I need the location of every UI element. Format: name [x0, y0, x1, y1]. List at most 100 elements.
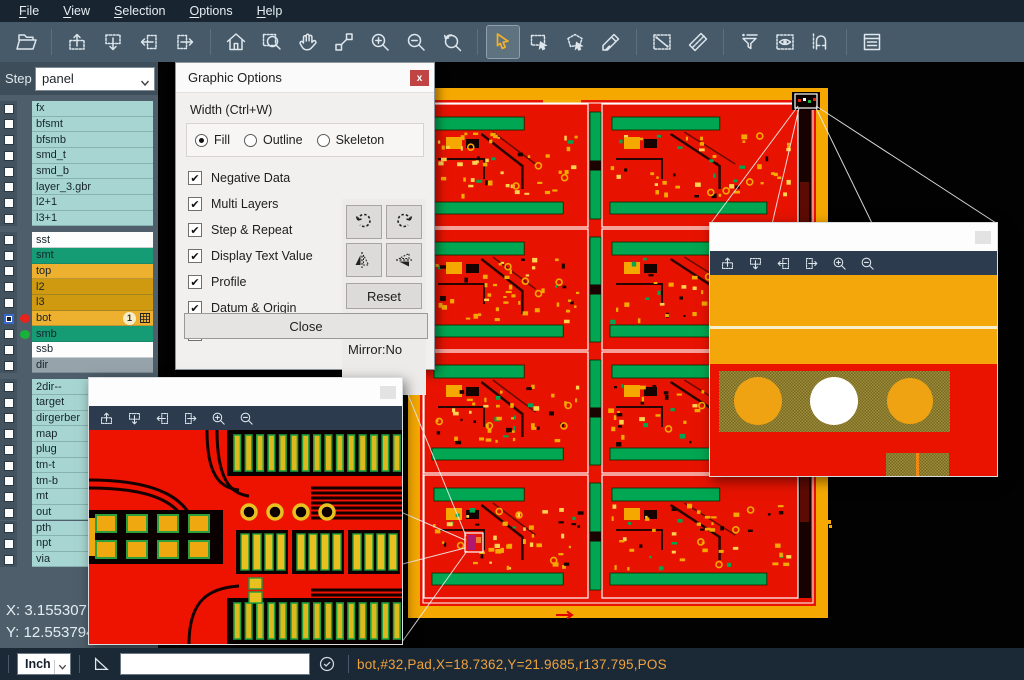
layer-visibility-checkbox[interactable] — [0, 264, 17, 280]
layer-row-layer_3.gbr[interactable]: layer_3.gbr — [0, 179, 158, 195]
menu-view[interactable]: View — [52, 2, 101, 21]
layer-visibility-checkbox[interactable] — [0, 426, 17, 442]
highlight-net-icon[interactable] — [805, 26, 837, 58]
layer-row-l2+1[interactable]: l2+1 — [0, 195, 158, 211]
layer-row-bfsmb[interactable]: bfsmb — [0, 132, 158, 148]
layer-visibility-checkbox[interactable] — [0, 411, 17, 427]
layer-visibility-checkbox[interactable] — [0, 342, 17, 358]
dialog-close-button[interactable]: Close — [184, 313, 428, 339]
angle-measure-icon[interactable] — [92, 655, 110, 673]
menu-help[interactable]: Help — [246, 2, 294, 21]
zoom-in-icon[interactable] — [364, 26, 396, 58]
rotate-cw-button[interactable] — [346, 205, 382, 239]
pan-right-icon[interactable] — [800, 253, 822, 273]
layer-visibility-checkbox[interactable] — [0, 442, 17, 458]
zoom-out-icon[interactable] — [856, 253, 878, 273]
radio-fill[interactable]: Fill — [195, 133, 230, 147]
menu-options[interactable]: Options — [178, 2, 243, 21]
layer-visibility-checkbox[interactable] — [0, 195, 17, 211]
home-extents-icon[interactable] — [220, 26, 252, 58]
group-select-icon[interactable] — [559, 26, 591, 58]
zoom-in-icon[interactable] — [828, 253, 850, 273]
open-file-icon[interactable] — [10, 26, 42, 58]
magnifier-left-titlebar[interactable] — [89, 378, 402, 406]
layer-visibility-checkbox[interactable] — [0, 395, 17, 411]
window-button[interactable] — [380, 386, 396, 399]
layer-visibility-checkbox[interactable] — [0, 279, 17, 295]
layer-visibility-checkbox[interactable] — [0, 552, 17, 568]
ruler-icon[interactable] — [682, 26, 714, 58]
zoom-in-icon[interactable] — [207, 408, 229, 428]
select-arrow-icon[interactable] — [487, 26, 519, 58]
layer-row-sst[interactable]: sst — [0, 232, 158, 248]
pan-right-icon[interactable] — [179, 408, 201, 428]
measure-line-icon[interactable] — [646, 26, 678, 58]
confirm-circle-icon[interactable] — [318, 655, 336, 673]
layer-row-ssb[interactable]: ssb — [0, 342, 158, 358]
layer-visibility-checkbox[interactable] — [0, 536, 17, 552]
rect-select-icon[interactable] — [523, 26, 555, 58]
radio-outline[interactable]: Outline — [244, 133, 303, 147]
layer-visibility-checkbox[interactable] — [0, 505, 17, 521]
layer-row-smd_b[interactable]: smd_b — [0, 164, 158, 180]
layer-visibility-checkbox[interactable] — [0, 179, 17, 195]
layer-row-bfsmt[interactable]: bfsmt — [0, 117, 158, 133]
magnifier-right-view[interactable] — [710, 275, 997, 476]
layer-row-smb[interactable]: smb — [0, 326, 158, 342]
layer-row-l3+1[interactable]: l3+1 — [0, 211, 158, 227]
layer-row-smd_t[interactable]: smd_t — [0, 148, 158, 164]
checkbox-negative-data[interactable]: ✔Negative Data — [176, 165, 434, 191]
view-left-icon[interactable] — [133, 26, 165, 58]
dialog-titlebar[interactable]: Graphic Options x — [176, 63, 434, 93]
layer-row-top[interactable]: top — [0, 264, 158, 280]
rotate-ccw-button[interactable] — [386, 205, 422, 239]
mirror-horizontal-button[interactable] — [346, 243, 382, 277]
pan-down-icon[interactable] — [744, 253, 766, 273]
clear-brush-icon[interactable] — [595, 26, 627, 58]
pan-left-icon[interactable] — [772, 253, 794, 273]
command-input[interactable] — [120, 653, 310, 675]
layer-visibility-checkbox[interactable] — [0, 311, 17, 327]
layer-visibility-checkbox[interactable] — [0, 458, 17, 474]
pan-down-icon[interactable] — [123, 408, 145, 428]
layer-row-l3[interactable]: l3 — [0, 295, 158, 311]
layer-visibility-checkbox[interactable] — [0, 148, 17, 164]
measure-path-icon[interactable] — [328, 26, 360, 58]
layer-visibility-checkbox[interactable] — [0, 489, 17, 505]
layer-visibility-checkbox[interactable] — [0, 248, 17, 264]
layer-visibility-checkbox[interactable] — [0, 164, 17, 180]
layer-row-fx[interactable]: fx — [0, 101, 158, 117]
layer-row-l2[interactable]: l2 — [0, 279, 158, 295]
zoom-window-icon[interactable] — [256, 26, 288, 58]
zoom-out-icon[interactable] — [400, 26, 432, 58]
pan-up-icon[interactable] — [95, 408, 117, 428]
mirror-vertical-button[interactable] — [386, 243, 422, 277]
layer-row-smt[interactable]: smt — [0, 248, 158, 264]
view-down-icon[interactable] — [97, 26, 129, 58]
layer-visibility-checkbox[interactable] — [0, 211, 17, 227]
layer-visibility-checkbox[interactable] — [0, 295, 17, 311]
close-icon[interactable]: x — [410, 70, 429, 86]
layer-visibility-checkbox[interactable] — [0, 232, 17, 248]
magnifier-left-view[interactable] — [89, 430, 402, 644]
filter-icon[interactable] — [733, 26, 765, 58]
unit-combobox[interactable]: Inch — [17, 653, 71, 675]
layer-visibility-checkbox[interactable] — [0, 117, 17, 133]
view-up-icon[interactable] — [61, 26, 93, 58]
magnifier-right-titlebar[interactable] — [710, 223, 997, 251]
menu-selection[interactable]: Selection — [103, 2, 176, 21]
layer-visibility-checkbox[interactable] — [0, 473, 17, 489]
layer-visibility-checkbox[interactable] — [0, 358, 17, 374]
radio-skeleton[interactable]: Skeleton — [317, 133, 385, 147]
reset-button[interactable]: Reset — [346, 283, 422, 309]
layer-visibility-checkbox[interactable] — [0, 379, 17, 395]
pan-hand-icon[interactable] — [292, 26, 324, 58]
layer-visibility-checkbox[interactable] — [0, 132, 17, 148]
layer-visibility-checkbox[interactable] — [0, 326, 17, 342]
layer-row-dir[interactable]: dir — [0, 358, 158, 374]
view-eye-icon[interactable] — [769, 26, 801, 58]
pan-left-icon[interactable] — [151, 408, 173, 428]
layer-visibility-checkbox[interactable] — [0, 101, 17, 117]
layers-panel-icon[interactable] — [856, 26, 888, 58]
layer-visibility-checkbox[interactable] — [0, 521, 17, 537]
